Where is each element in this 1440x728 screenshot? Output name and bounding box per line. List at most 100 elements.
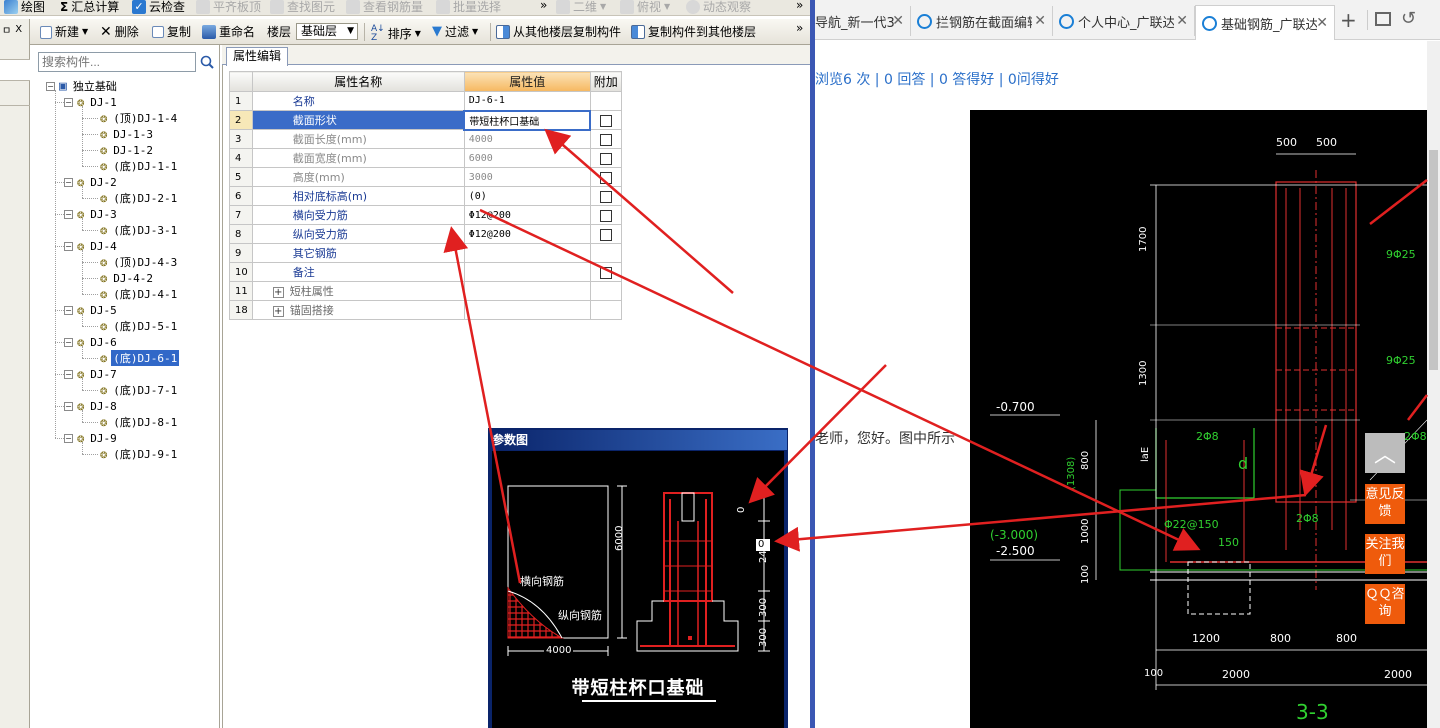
property-row[interactable]: 2 截面形状 带短柱杯口基础 — [229, 109, 622, 131]
property-value[interactable]: DJ-6-1 — [463, 91, 591, 111]
find-element-button[interactable]: 查找图元 — [270, 0, 335, 14]
property-extra[interactable] — [589, 243, 622, 263]
search-button[interactable] — [197, 52, 217, 72]
collapse-icon[interactable]: − — [64, 305, 73, 315]
copy-from-floor-button[interactable]: 从其他楼层复制构件 — [496, 25, 621, 39]
browser-tab-1[interactable]: 导航_新一代3 ✕ — [815, 6, 911, 36]
property-row[interactable]: 11 + 短柱属性 — [229, 281, 622, 301]
scrollbar-thumb[interactable] — [1429, 150, 1438, 370]
property-row[interactable]: 1 名称 DJ-6-1 — [229, 91, 622, 111]
property-row[interactable]: 7 横向受力筋 Φ12@200 — [229, 205, 622, 225]
property-value[interactable]: 6000 — [463, 148, 591, 168]
property-extra[interactable] — [589, 167, 622, 187]
component-search-input[interactable] — [38, 52, 196, 72]
property-value[interactable]: 3000 — [463, 167, 591, 187]
copy-to-floor-button[interactable]: 复制构件到其他楼层 — [631, 25, 756, 39]
align-slab-top-button[interactable]: 平齐板顶 — [196, 0, 261, 14]
qq-consult-button[interactable]: ＱＱ咨询 — [1365, 584, 1405, 624]
property-row[interactable]: 18 + 锚固搭接 — [229, 300, 622, 320]
browser-tab-3[interactable]: 个人中心_广联达 ✕ — [1053, 6, 1195, 36]
collapse-icon[interactable]: − — [64, 337, 73, 347]
browser-tab-2[interactable]: 拦钢筋在截面编辑 ✕ — [911, 6, 1053, 36]
property-value[interactable] — [463, 243, 591, 263]
property-value[interactable]: Φ12@200 — [463, 205, 591, 225]
expand-icon[interactable]: + — [272, 306, 284, 317]
tab-property-edit[interactable]: 属性编辑 — [226, 47, 288, 66]
tab-list-icon[interactable] — [1375, 12, 1391, 26]
extra-checkbox[interactable] — [599, 171, 612, 184]
dim-top[interactable]: 0 — [736, 507, 747, 513]
new-button[interactable]: 新建 ▼ — [40, 25, 88, 39]
property-extra[interactable] — [589, 110, 622, 130]
property-row[interactable]: 3 截面长度(mm) 4000 — [229, 129, 622, 149]
draw-button[interactable]: 绘图 — [4, 0, 45, 14]
extra-checkbox[interactable] — [599, 152, 612, 165]
tree-root[interactable]: − ▣ 独立基础 — [46, 78, 119, 94]
property-extra[interactable] — [589, 224, 622, 244]
collapse-icon[interactable]: − — [64, 209, 73, 219]
undo-close-icon[interactable]: ↺ — [1401, 8, 1416, 29]
collapse-icon[interactable]: − — [64, 97, 73, 107]
property-row[interactable]: 10 备注 — [229, 262, 622, 282]
property-row[interactable]: 6 相对底标高(m) (0) — [229, 186, 622, 206]
tree-node[interactable]: − ❂ DJ-3 — [64, 206, 119, 222]
tree-node[interactable]: − ❂ DJ-9 — [64, 430, 119, 446]
dock-slot[interactable] — [0, 59, 30, 81]
expand-icon[interactable]: + — [272, 287, 284, 298]
collapse-icon[interactable]: − — [64, 433, 73, 443]
close-icon[interactable]: X — [15, 24, 22, 35]
tab-close-icon[interactable]: ✕ — [1316, 15, 1328, 31]
tree-leaf[interactable]: ❂ DJ-1-2 — [100, 142, 155, 158]
tree-node[interactable]: − ❂ DJ-6 — [64, 334, 119, 350]
col-header-extra[interactable]: 附加 — [589, 71, 622, 92]
property-row[interactable]: 5 高度(mm) 3000 — [229, 167, 622, 187]
sort-button[interactable]: A↓ Z 排序 ▼ — [371, 25, 421, 43]
overflow-chevron[interactable]: » — [796, 21, 803, 35]
delete-button[interactable]: ✕ 删除 — [100, 25, 139, 39]
col-header-name[interactable]: 属性名称 — [251, 71, 465, 92]
rename-button[interactable]: 重命名 — [202, 25, 255, 39]
tree-leaf[interactable]: ❂ (底)DJ-7-1 — [100, 382, 179, 398]
tree-node[interactable]: − ❂ DJ-7 — [64, 366, 119, 382]
pin-icon[interactable]: ㅁ — [2, 22, 11, 37]
tree-leaf[interactable]: ❂ (底)DJ-1-1 — [100, 158, 179, 174]
extra-checkbox[interactable] — [599, 228, 612, 241]
tree-node[interactable]: − ❂ DJ-2 — [64, 174, 119, 190]
property-extra[interactable] — [589, 300, 622, 320]
summary-calc-button[interactable]: Σ 汇总计算 — [60, 0, 119, 14]
tree-node[interactable]: − ❂ DJ-8 — [64, 398, 119, 414]
floor-select[interactable]: 基础层 ▼ — [296, 23, 358, 40]
collapse-icon[interactable]: − — [64, 401, 73, 411]
dim-300-upper[interactable]: 300 — [758, 598, 769, 617]
page-scrollbar[interactable] — [1427, 41, 1440, 728]
back-to-top-button[interactable]: ︿ — [1365, 433, 1405, 473]
property-extra[interactable] — [589, 186, 622, 206]
property-row[interactable]: 4 截面宽度(mm) 6000 — [229, 148, 622, 168]
tree-leaf[interactable]: ❂ (底)DJ-8-1 — [100, 414, 179, 430]
extra-checkbox[interactable] — [599, 133, 612, 146]
property-row[interactable]: 8 纵向受力筋 Φ12@200 — [229, 224, 622, 244]
col-header-value[interactable]: 属性值 — [463, 71, 591, 92]
property-value[interactable]: Φ12@200 — [463, 224, 591, 244]
tree-leaf[interactable]: ❂ (顶)DJ-1-4 — [100, 110, 179, 126]
tree-leaf[interactable]: ❂ (顶)DJ-4-3 — [100, 254, 179, 270]
tree-leaf[interactable]: ❂ DJ-4-2 — [100, 270, 155, 286]
cloud-check-button[interactable]: ✓ 云检查 — [132, 0, 185, 14]
property-value[interactable]: 带短柱杯口基础 — [463, 109, 592, 131]
property-extra[interactable] — [589, 91, 622, 111]
tab-close-icon[interactable]: ✕ — [1176, 13, 1188, 29]
property-value[interactable]: 4000 — [463, 129, 591, 149]
property-value[interactable]: (0) — [463, 186, 591, 206]
tab-close-icon[interactable]: ✕ — [1034, 13, 1046, 29]
property-value[interactable] — [463, 281, 591, 301]
feedback-button[interactable]: 意见反馈 — [1365, 484, 1405, 524]
tree-leaf[interactable]: ❂ (底)DJ-5-1 — [100, 318, 179, 334]
param-dialog-title[interactable]: 参数图 — [490, 430, 787, 450]
batch-select-button[interactable]: 批量选择 — [436, 0, 501, 14]
view-rebar-button[interactable]: 查看钢筋量 — [346, 0, 423, 14]
extra-checkbox[interactable] — [599, 190, 612, 203]
tree-leaf[interactable]: ❂ (底)DJ-4-1 — [100, 286, 179, 302]
filter-button[interactable]: ▼ 过滤 ▼ — [432, 25, 478, 40]
property-value[interactable] — [463, 262, 591, 282]
tree-leaf-selected[interactable]: ❂ (底)DJ-6-1 — [100, 350, 180, 366]
